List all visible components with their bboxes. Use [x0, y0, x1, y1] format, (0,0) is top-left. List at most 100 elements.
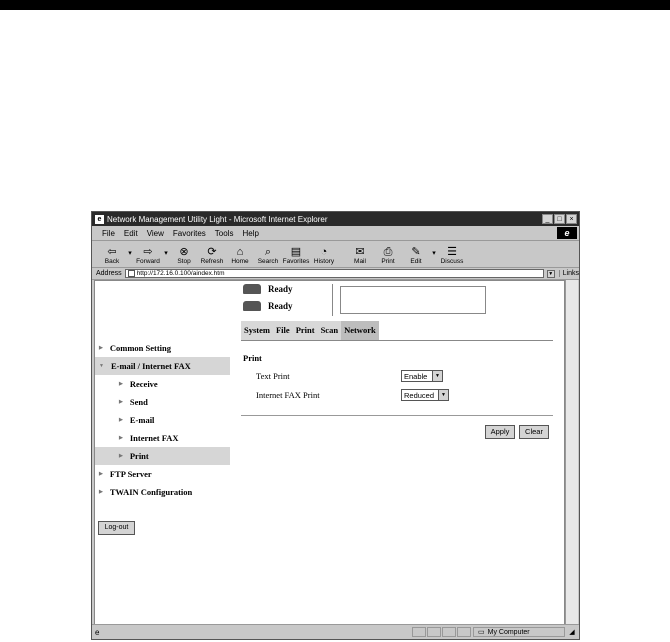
- menu-file[interactable]: File: [102, 229, 115, 238]
- search-icon: ⌕: [264, 246, 272, 258]
- triangle-right-icon: ▶: [99, 472, 103, 477]
- triangle-right-icon: ▶: [119, 382, 123, 387]
- edit-icon: ✎: [411, 246, 421, 258]
- forward-button[interactable]: ⇨ Forward: [134, 241, 162, 267]
- logout-button[interactable]: Log-out: [98, 521, 135, 535]
- menu-help[interactable]: Help: [242, 229, 258, 238]
- window-title: Network Management Utility Light - Micro…: [107, 214, 328, 224]
- address-input[interactable]: http://172.16.0.100/aindex.htm: [124, 269, 544, 278]
- status-bar: e ▭ My Computer ◢: [92, 624, 579, 639]
- text-print-label: Text Print: [256, 371, 290, 381]
- print-icon: ⎙: [383, 246, 393, 258]
- refresh-icon: ⟳: [207, 246, 217, 258]
- edit-button[interactable]: ✎ Edit: [402, 241, 430, 267]
- sidebar-item-email-internet-fax[interactable]: ▼ E-mail / Internet FAX: [95, 357, 230, 375]
- maximize-button[interactable]: □: [554, 214, 565, 224]
- printer-status-text: Ready: [268, 284, 293, 294]
- refresh-button[interactable]: ⟳ Refresh: [198, 241, 226, 267]
- text-print-select[interactable]: Enable ▼: [401, 370, 443, 382]
- status-message-box: [340, 286, 486, 314]
- back-button[interactable]: ⇦ Back: [98, 241, 126, 267]
- sidebar-item-ftp-server[interactable]: ▶ FTP Server: [95, 465, 230, 483]
- sidebar-item-print[interactable]: ▶ Print: [95, 447, 230, 465]
- back-arrow-icon: ⇦: [107, 246, 117, 258]
- favorites-button[interactable]: ▤ Favorites: [282, 241, 310, 267]
- chevron-down-icon: ▼: [432, 371, 442, 381]
- triangle-right-icon: ▶: [119, 418, 123, 423]
- scanner-icon: [243, 301, 261, 311]
- triangle-right-icon: ▶: [99, 490, 103, 495]
- clear-button[interactable]: Clear: [519, 425, 549, 439]
- tab-underline: [241, 340, 553, 341]
- vertical-scrollbar[interactable]: [565, 280, 578, 625]
- tab-network[interactable]: Network: [341, 321, 379, 340]
- apply-button[interactable]: Apply: [485, 425, 515, 439]
- page-icon: [127, 270, 135, 277]
- address-bar: Address http://172.16.0.100/aindex.htm ▼…: [92, 268, 579, 280]
- tab-bar: System File Print Scan Network: [241, 321, 379, 340]
- chevron-down-icon: ▼: [438, 390, 448, 400]
- zone-text: My Computer: [487, 628, 530, 636]
- stop-icon: ⊗: [179, 246, 189, 258]
- history-icon: ◔: [320, 246, 328, 258]
- back-dropdown-icon[interactable]: ▾: [126, 241, 134, 267]
- triangle-down-icon: ▼: [99, 363, 104, 369]
- edit-dropdown-icon[interactable]: ▾: [430, 241, 438, 267]
- page-content: Ready Ready System File Print Scan Netwo…: [94, 280, 565, 625]
- tab-file[interactable]: File: [273, 321, 293, 340]
- form-divider: [241, 415, 553, 416]
- resize-grip-icon[interactable]: ◢: [565, 628, 579, 636]
- home-button[interactable]: ⌂ Home: [226, 241, 254, 267]
- printer-icon: [243, 284, 261, 294]
- tab-print[interactable]: Print: [293, 321, 318, 340]
- discuss-button[interactable]: ☰ Discuss: [438, 241, 466, 267]
- history-button[interactable]: ◔ History: [310, 241, 338, 267]
- search-button[interactable]: ⌕ Search: [254, 241, 282, 267]
- page-top-bar: [0, 0, 670, 10]
- section-title: Print: [243, 353, 262, 363]
- tab-scan[interactable]: Scan: [318, 321, 341, 340]
- printer-status: Ready: [243, 284, 293, 294]
- address-label: Address: [96, 270, 122, 277]
- close-button[interactable]: ×: [566, 214, 577, 224]
- triangle-right-icon: ▶: [99, 346, 103, 351]
- ifax-print-value: Reduced: [404, 390, 435, 400]
- ie-app-icon: e: [95, 214, 104, 224]
- forward-arrow-icon: ⇨: [143, 246, 153, 258]
- status-divider: [332, 284, 333, 316]
- menu-tools[interactable]: Tools: [215, 229, 234, 238]
- ifax-print-label: Internet FAX Print: [256, 390, 320, 400]
- title-bar: e Network Management Utility Light - Mic…: [92, 212, 579, 226]
- print-button[interactable]: ⎙ Print: [374, 241, 402, 267]
- toolbar: ⇦ Back ▾ ⇨ Forward ▾ ⊗ Stop ⟳ Refresh ⌂ Home …: [92, 241, 579, 268]
- sidebar-item-email[interactable]: ▶ E-mail: [95, 411, 230, 429]
- sidebar-item-internet-fax[interactable]: ▶ Internet FAX: [95, 429, 230, 447]
- ie-page-icon: e: [95, 627, 100, 637]
- mail-button[interactable]: ✉ Mail: [346, 241, 374, 267]
- stop-button[interactable]: ⊗ Stop: [170, 241, 198, 267]
- address-dropdown-icon[interactable]: ▼: [546, 269, 555, 278]
- window-controls: _ □ ×: [542, 214, 577, 224]
- sidebar-item-send[interactable]: ▶ Send: [95, 393, 230, 411]
- menu-bar: File Edit View Favorites Tools Help e: [92, 226, 579, 241]
- triangle-right-icon: ▶: [119, 400, 123, 405]
- sidebar: ▶ Common Setting ▼ E-mail / Internet FAX ▶…: [95, 339, 230, 501]
- mail-icon: ✉: [355, 246, 365, 258]
- minimize-button[interactable]: _: [542, 214, 553, 224]
- discuss-icon: ☰: [447, 246, 457, 258]
- scanner-status-text: Ready: [268, 301, 293, 311]
- ifax-print-select[interactable]: Reduced ▼: [401, 389, 449, 401]
- sidebar-item-twain-configuration[interactable]: ▶ TWAIN Configuration: [95, 483, 230, 501]
- links-button[interactable]: Links: [558, 270, 579, 277]
- favorites-icon: ▤: [290, 246, 302, 258]
- menu-favorites[interactable]: Favorites: [173, 229, 206, 238]
- computer-icon: ▭: [478, 629, 485, 636]
- sidebar-item-common-setting[interactable]: ▶ Common Setting: [95, 339, 230, 357]
- forward-dropdown-icon[interactable]: ▾: [162, 241, 170, 267]
- menu-view[interactable]: View: [147, 229, 164, 238]
- tab-system[interactable]: System: [241, 321, 273, 340]
- text-print-value: Enable: [404, 371, 428, 381]
- sidebar-item-receive[interactable]: ▶ Receive: [95, 375, 230, 393]
- triangle-right-icon: ▶: [119, 454, 123, 459]
- menu-edit[interactable]: Edit: [124, 229, 138, 238]
